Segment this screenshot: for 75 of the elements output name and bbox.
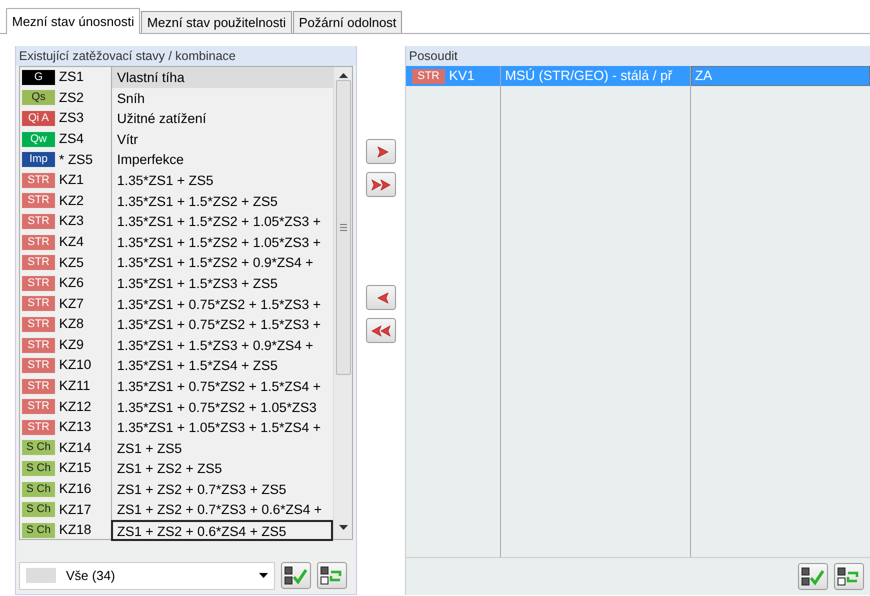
type-tag: STR xyxy=(22,338,55,353)
grip-icon xyxy=(340,224,346,231)
scroll-up-icon[interactable] xyxy=(338,72,348,78)
case-id: ZS2 xyxy=(59,88,85,107)
type-tag: Imp xyxy=(22,152,55,168)
type-tag: STR xyxy=(22,358,55,374)
type-tag: S Ch xyxy=(22,440,55,456)
case-id: KZ13 xyxy=(59,418,92,436)
add-button[interactable] xyxy=(366,139,396,164)
type-tag: S Ch xyxy=(22,461,55,476)
type-tag: STR xyxy=(22,172,55,188)
case-id: KZ2 xyxy=(59,192,85,210)
type-tag: STR xyxy=(22,193,55,208)
case-id: KZ5 xyxy=(59,254,85,272)
type-tag: STR xyxy=(22,378,55,394)
type-tag: STR xyxy=(22,214,55,229)
case-id: ZS4 xyxy=(59,130,85,148)
type-tag: STR xyxy=(22,296,55,312)
case-id: KV1 xyxy=(449,66,475,85)
type-tag: STR xyxy=(22,276,55,291)
select-all-button[interactable] xyxy=(798,563,828,590)
panel-header: Posoudit xyxy=(406,46,870,66)
select-all-button[interactable] xyxy=(281,562,311,589)
case-id: KZ11 xyxy=(59,377,92,396)
case-id: KZ14 xyxy=(59,438,92,457)
type-tag: STR xyxy=(22,255,55,270)
case-id: KZ16 xyxy=(59,480,92,498)
dropdown-caret-icon xyxy=(259,573,268,578)
type-tag: Qi A xyxy=(22,110,55,126)
case-id: KZ4 xyxy=(59,232,85,251)
case-id: KZ3 xyxy=(59,212,85,230)
case-id: KZ9 xyxy=(59,336,85,354)
type-tag: S Ch xyxy=(22,502,55,518)
type-tag: Qw xyxy=(22,132,55,147)
filter-dropdown[interactable]: Vše (34) xyxy=(19,562,275,590)
case-id: ZS3 xyxy=(59,109,85,128)
case-id: ZS1 xyxy=(59,68,85,86)
tab[interactable]: Mezní stav použitelnosti xyxy=(141,11,292,33)
type-tag: STR xyxy=(412,68,445,84)
scroll-down-icon[interactable] xyxy=(338,525,348,531)
swap-checklist-icon xyxy=(320,566,344,586)
swap-checklist-icon xyxy=(837,566,861,586)
invert-selection-button[interactable] xyxy=(317,562,347,589)
case-description[interactable]: Vlastní tíha xyxy=(111,67,333,88)
invert-selection-button[interactable] xyxy=(834,563,864,590)
remove-all-button[interactable] xyxy=(366,318,396,343)
type-tag: STR xyxy=(22,316,55,332)
type-tag: Qs xyxy=(22,90,55,106)
scrollbar[interactable] xyxy=(333,67,352,539)
add-all-button[interactable] xyxy=(366,172,396,197)
type-tag: G xyxy=(22,70,55,85)
case-description[interactable]: ZS1 + ZS2 + 0.6*ZS4 + ZS5 xyxy=(111,520,333,541)
tab[interactable]: Mezní stav únosnosti xyxy=(6,8,140,34)
case-id: KZ17 xyxy=(59,500,92,519)
case-id: KZ7 xyxy=(59,294,85,313)
case-id: KZ12 xyxy=(59,398,92,416)
type-tag: S Ch xyxy=(22,482,55,497)
case-id: KZ6 xyxy=(59,274,85,292)
remove-button[interactable] xyxy=(366,285,396,310)
case-id: KZ10 xyxy=(59,356,92,374)
case-id: KZ1 xyxy=(59,171,85,190)
case-id: KZ8 xyxy=(59,315,85,334)
tab[interactable]: Požární odolnost xyxy=(292,11,402,33)
checklist-icon xyxy=(284,566,308,586)
table-cell: MSÚ (STR/GEO) - stálá / př xyxy=(501,66,690,86)
type-tag: STR xyxy=(22,234,55,250)
case-id: * ZS5 xyxy=(59,150,94,169)
case-id: KZ15 xyxy=(59,459,92,478)
type-tag: S Ch xyxy=(22,522,55,538)
case-id: KZ18 xyxy=(59,521,92,540)
panel-header: Existující zatěžovací stavy / kombinace xyxy=(16,46,356,66)
table-cell: ZA xyxy=(691,66,870,86)
type-tag: STR xyxy=(22,399,55,414)
checklist-icon xyxy=(801,566,825,586)
type-tag: STR xyxy=(22,420,55,435)
